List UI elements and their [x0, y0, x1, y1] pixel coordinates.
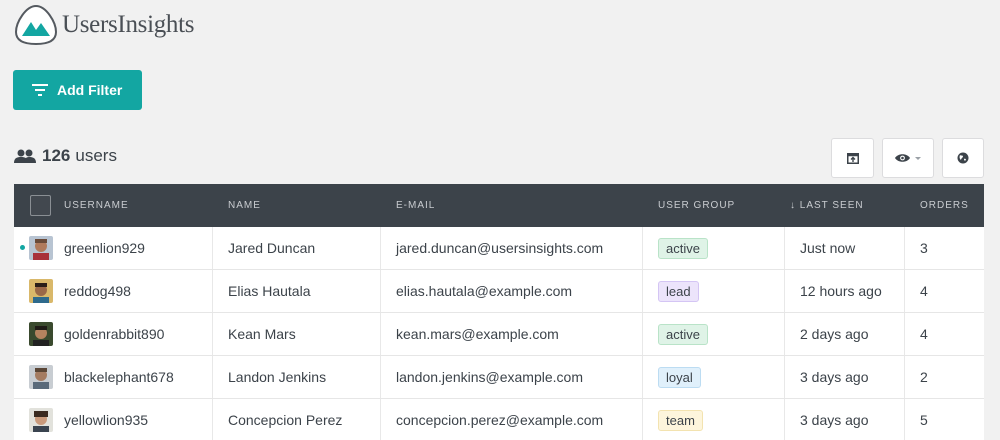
user-count: 126 users — [14, 146, 117, 166]
user-group-cell: loyal — [658, 356, 701, 398]
user-count-number: 126 — [42, 146, 71, 165]
group-tag-team[interactable]: team — [658, 410, 703, 431]
column-header-last-seen[interactable]: ↓ LAST SEEN — [790, 184, 864, 227]
orders-cell: 4 — [920, 326, 928, 342]
name-cell: Elias Hautala — [228, 283, 311, 299]
online-indicator — [20, 245, 25, 250]
group-tag-lead[interactable]: lead — [658, 281, 699, 302]
geolocation-button[interactable] — [942, 138, 984, 178]
table-row[interactable]: reddog498 Elias Hautala elias.hautala@ex… — [14, 270, 984, 313]
export-icon — [846, 152, 859, 164]
column-header-name[interactable]: NAME — [228, 184, 261, 227]
username-cell[interactable]: yellowlion935 — [64, 399, 148, 440]
orders-cell: 3 — [920, 240, 928, 256]
table-row[interactable]: blackelephant678 Landon Jenkins landon.j… — [14, 356, 984, 399]
group-tag-active[interactable]: active — [658, 324, 708, 345]
user-count-unit: users — [75, 146, 117, 165]
avatar — [29, 236, 53, 260]
orders-cell: 4 — [920, 283, 928, 299]
group-tag-active[interactable]: active — [658, 238, 708, 259]
app-name: UsersInsights — [62, 11, 195, 38]
user-group-cell: active — [658, 313, 708, 355]
eye-icon — [894, 154, 910, 162]
column-header-email[interactable]: E-MAIL — [396, 184, 435, 227]
table-row[interactable]: goldenrabbit890 Kean Mars kean.mars@exam… — [14, 313, 984, 356]
group-tag-loyal[interactable]: loyal — [658, 367, 701, 388]
email-cell: kean.mars@example.com — [396, 326, 559, 342]
caret-down-icon — [914, 156, 921, 160]
add-filter-button[interactable]: Add Filter — [13, 70, 142, 110]
filter-icon — [32, 84, 48, 96]
globe-icon — [957, 152, 969, 164]
column-header-username[interactable]: USERNAME — [64, 184, 129, 227]
email-cell: landon.jenkins@example.com — [396, 369, 583, 385]
name-cell: Kean Mars — [228, 326, 296, 342]
export-button[interactable] — [831, 138, 874, 178]
table-header: USERNAME NAME E-MAIL USER GROUP ↓ LAST S… — [14, 184, 984, 227]
column-header-orders[interactable]: ORDERS — [920, 184, 969, 227]
avatar — [29, 279, 53, 303]
avatar — [29, 322, 53, 346]
orders-cell: 2 — [920, 369, 928, 385]
column-visibility-button[interactable] — [882, 138, 934, 178]
orders-cell: 5 — [920, 412, 928, 428]
name-cell: Jared Duncan — [228, 240, 316, 256]
username-cell[interactable]: greenlion929 — [64, 227, 145, 269]
name-cell: Landon Jenkins — [228, 369, 327, 385]
avatar — [29, 408, 53, 432]
column-header-user-group[interactable]: USER GROUP — [658, 184, 735, 227]
last-seen-cell: 3 days ago — [800, 369, 869, 385]
last-seen-cell: 2 days ago — [800, 326, 869, 342]
table-row[interactable]: yellowlion935 Concepcion Perez concepcio… — [14, 399, 984, 440]
table-row[interactable]: greenlion929 Jared Duncan jared.duncan@u… — [14, 227, 984, 270]
email-cell: concepcion.perez@example.com — [396, 412, 604, 428]
email-cell: jared.duncan@usersinsights.com — [396, 240, 604, 256]
username-cell[interactable]: blackelephant678 — [64, 356, 174, 398]
user-group-cell: team — [658, 399, 703, 440]
email-cell: elias.hautala@example.com — [396, 283, 573, 299]
mountain-logo-icon — [14, 4, 58, 46]
user-group-cell: active — [658, 227, 708, 269]
add-filter-label: Add Filter — [57, 82, 123, 98]
username-cell[interactable]: goldenrabbit890 — [64, 313, 164, 355]
username-cell[interactable]: reddog498 — [64, 270, 131, 312]
app-logo: UsersInsights — [14, 4, 195, 46]
select-all-checkbox[interactable] — [30, 195, 51, 216]
name-cell: Concepcion Perez — [228, 412, 343, 428]
avatar — [29, 365, 53, 389]
last-seen-cell: 12 hours ago — [800, 283, 882, 299]
users-icon — [14, 149, 36, 163]
users-table: USERNAME NAME E-MAIL USER GROUP ↓ LAST S… — [14, 184, 984, 440]
user-group-cell: lead — [658, 270, 699, 312]
last-seen-cell: 3 days ago — [800, 412, 869, 428]
last-seen-cell: Just now — [800, 240, 856, 256]
